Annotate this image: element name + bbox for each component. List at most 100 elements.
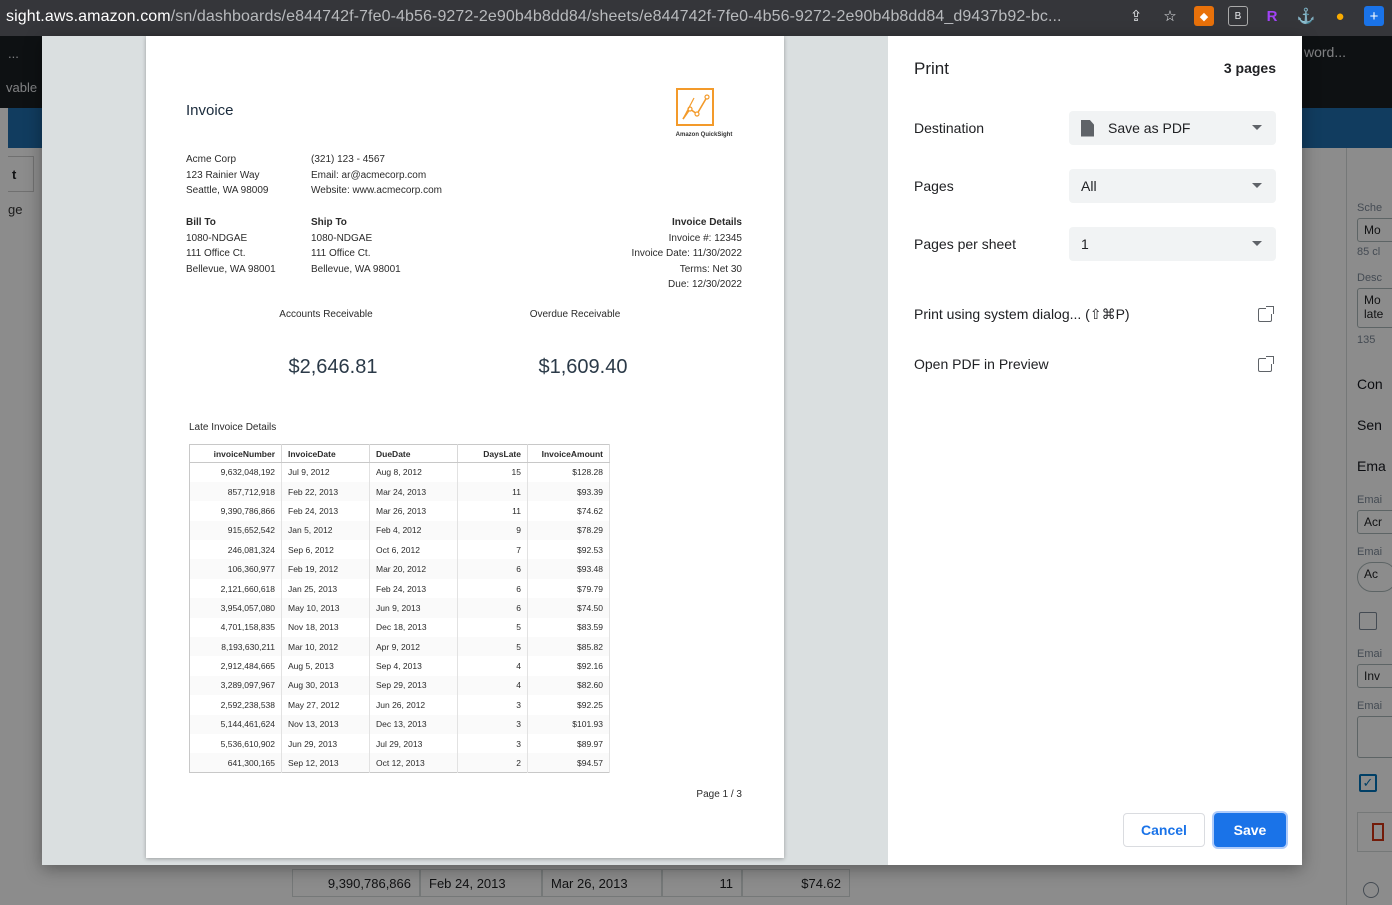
table-row: 5,536,610,902 Jun 29, 2013 Jul 29, 2013 3 $8…	[189, 733, 610, 754]
invoice-details-line: Invoice Date: 11/30/2022	[631, 248, 742, 259]
table-cell: 5	[457, 617, 528, 638]
extension-icon[interactable]: +	[1364, 6, 1384, 26]
overdue-receivable-value: $1,609.40	[538, 356, 628, 378]
browser-toolbar-icons: ⇪ ☆ ◆ B R ⚓ ● +	[1126, 6, 1384, 26]
accounts-receivable-label: Accounts Receivable	[279, 309, 373, 320]
share-icon[interactable]: ⇪	[1126, 6, 1146, 26]
print-settings-panel: Print 3 pages Destination Save as PDF Pa…	[888, 36, 1302, 865]
pages-select[interactable]: All	[1069, 169, 1276, 203]
table-cell: Mar 24, 2013	[369, 481, 458, 502]
table-cell: Mar 10, 2012	[281, 637, 370, 657]
table-cell: 11	[457, 501, 528, 521]
table-row: 2,121,660,618 Jan 25, 2013 Feb 24, 2013 6 $7…	[189, 578, 610, 599]
table-cell: Feb 24, 2013	[369, 578, 458, 599]
table-row: 641,300,165 Sep 12, 2013 Oct 12, 2013 2 $94.…	[189, 753, 610, 773]
table-row: 3,289,097,967 Aug 30, 2013 Sep 29, 2013 4 $8…	[189, 675, 610, 696]
print-preview-area: Invoice Amazon QuickSight Acme Corp 123 …	[42, 36, 888, 865]
table-cell: 5	[457, 637, 528, 657]
table-cell: $78.29	[527, 520, 610, 541]
table-row: 106,360,977 Feb 19, 2012 Mar 20, 2012 6 $93.…	[189, 559, 610, 579]
table-cell: Aug 5, 2013	[281, 656, 370, 676]
table-cell: 4	[457, 675, 528, 696]
table-cell: Dec 13, 2013	[369, 714, 458, 734]
invoice-title: Invoice	[186, 102, 234, 119]
company-line: Seattle, WA 98009	[186, 185, 269, 196]
pages-per-sheet-select[interactable]: 1	[1069, 227, 1276, 261]
destination-select[interactable]: Save as PDF	[1069, 111, 1276, 145]
invoice-details-line: Terms: Net 30	[679, 263, 742, 275]
table-cell: 15	[457, 462, 528, 482]
table-cell: 2,121,660,618	[189, 578, 282, 599]
save-button[interactable]: Save	[1214, 813, 1286, 847]
ship-to-block: Ship To 1080-NDGAE 111 Office Ct. Bellev…	[311, 215, 401, 277]
table-cell: 2	[457, 753, 528, 773]
table-cell: 2,912,484,665	[189, 656, 282, 676]
table-cell: 6	[457, 559, 528, 579]
table-cell: 3	[457, 695, 528, 715]
table-cell: Jun 26, 2012	[369, 695, 458, 715]
table-cell: 246,081,324	[189, 540, 282, 560]
url-text[interactable]: sight.aws.amazon.com/sn/dashboards/e8447…	[6, 8, 1062, 26]
table-cell: $74.62	[527, 501, 610, 521]
overdue-receivable-label: Overdue Receivable	[529, 309, 621, 320]
star-icon[interactable]: ☆	[1160, 6, 1180, 26]
invoice-details-heading: Invoice Details	[671, 217, 742, 228]
late-invoice-table-title: Late Invoice Details	[189, 422, 277, 433]
table-cell: $93.39	[527, 481, 610, 502]
chevron-down-icon	[1252, 183, 1262, 188]
table-cell: $85.82	[527, 637, 610, 657]
table-cell: Aug 30, 2013	[281, 675, 370, 696]
table-cell: Jul 9, 2012	[281, 462, 370, 482]
open-pdf-preview-link[interactable]: Open PDF in Preview	[914, 356, 1049, 372]
table-cell: $82.60	[527, 675, 610, 696]
table-cell: $128.28	[527, 462, 610, 482]
table-row: 8,193,630,211 Mar 10, 2012 Apr 9, 2012 5 $85…	[189, 637, 610, 657]
table-cell: 4,701,158,835	[189, 617, 282, 638]
table-cell: Nov 18, 2013	[281, 617, 370, 638]
table-cell: Sep 29, 2013	[369, 675, 458, 696]
table-cell: 6	[457, 598, 528, 618]
table-cell: Sep 4, 2013	[369, 656, 458, 676]
table-row: 2,592,238,538 May 27, 2012 Jun 26, 2012 3 $9…	[189, 695, 610, 715]
open-external-icon[interactable]	[1258, 356, 1274, 372]
bill-to-block: Bill To 1080-NDGAE 111 Office Ct. Bellev…	[186, 215, 276, 277]
table-cell: 2,592,238,538	[189, 695, 282, 715]
table-cell: Apr 9, 2012	[369, 637, 458, 657]
bill-to-line: 111 Office Ct.	[186, 248, 246, 259]
document-icon	[1081, 119, 1094, 137]
ship-to-line: 111 Office Ct.	[311, 248, 371, 259]
table-cell: Mar 26, 2013	[369, 501, 458, 521]
table-cell: 857,712,918	[189, 481, 282, 502]
extension-icon[interactable]: R	[1262, 6, 1282, 26]
table-cell: 9	[457, 520, 528, 541]
open-external-icon[interactable]	[1258, 306, 1274, 322]
ship-to-heading: Ship To	[311, 217, 347, 228]
table-cell: 3	[457, 714, 528, 734]
chevron-down-icon	[1252, 241, 1262, 246]
table-cell: Aug 8, 2012	[369, 462, 458, 482]
table-cell: Jun 9, 2013	[369, 598, 458, 618]
cancel-button[interactable]: Cancel	[1123, 813, 1205, 847]
table-cell: Oct 12, 2013	[369, 753, 458, 773]
table-cell: Sep 6, 2012	[281, 540, 370, 560]
print-title: Print	[914, 59, 949, 78]
table-cell: 9,632,048,192	[189, 462, 282, 482]
print-dialog: Invoice Amazon QuickSight Acme Corp 123 …	[42, 36, 1302, 865]
extension-icon[interactable]: ●	[1330, 6, 1350, 26]
chevron-down-icon	[1252, 125, 1262, 130]
table-cell: 9,390,786,866	[189, 501, 282, 521]
system-dialog-link[interactable]: Print using system dialog... (⇧⌘P)	[914, 306, 1130, 323]
quicksight-logo: Amazon QuickSight	[662, 84, 746, 144]
contact-line: Website: www.acmecorp.com	[311, 185, 442, 196]
table-cell: Jan 25, 2013	[281, 578, 370, 599]
extension-icon[interactable]: ◆	[1194, 6, 1214, 26]
table-row: 9,632,048,192 Jul 9, 2012 Aug 8, 2012 15 $12…	[189, 462, 610, 482]
extension-icon[interactable]: ⚓	[1296, 6, 1316, 26]
extension-icon[interactable]: B	[1228, 6, 1248, 26]
table-cell: 641,300,165	[189, 753, 282, 773]
table-cell: Feb 19, 2012	[281, 559, 370, 579]
table-cell: $83.59	[527, 617, 610, 638]
table-cell: 5,536,610,902	[189, 733, 282, 754]
table-cell: Nov 13, 2013	[281, 714, 370, 734]
table-cell: $79.79	[527, 578, 610, 599]
